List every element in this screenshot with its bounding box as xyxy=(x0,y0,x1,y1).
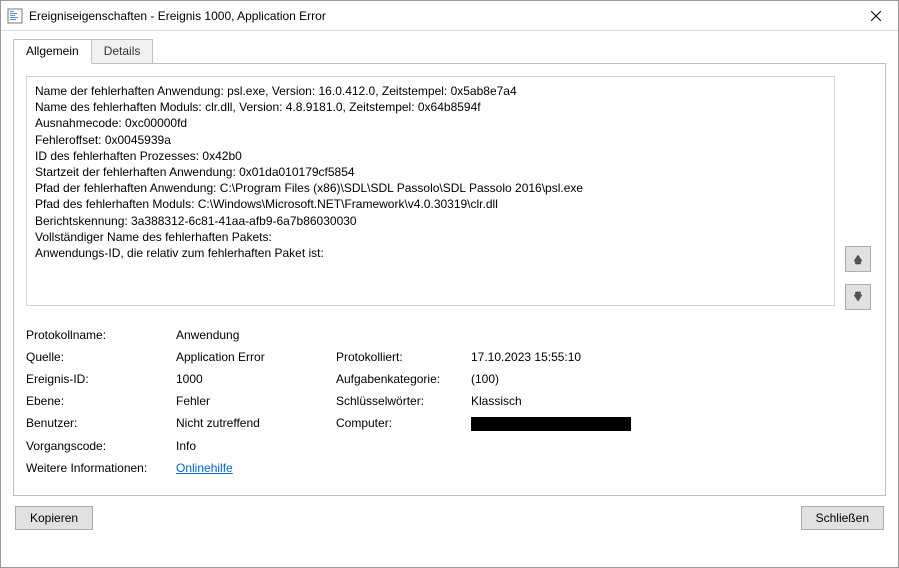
label-eventid: Ereignis-ID: xyxy=(26,372,176,386)
label-source: Quelle: xyxy=(26,350,176,364)
tab-panel-general: Name der fehlerhaften Anwendung: psl.exe… xyxy=(13,63,886,496)
value-user: Nicht zutreffend xyxy=(176,416,336,431)
label-logged: Protokolliert: xyxy=(336,350,471,364)
label-keywords: Schlüsselwörter: xyxy=(336,394,471,408)
label-user: Benutzer: xyxy=(26,416,176,431)
client-area: Allgemein Details Name der fehlerhaften … xyxy=(1,31,898,542)
app-icon xyxy=(7,8,23,24)
next-event-button[interactable] xyxy=(845,284,871,310)
value-logged: 17.10.2023 15:55:10 xyxy=(471,350,873,364)
label-taskcat: Aufgabenkategorie: xyxy=(336,372,471,386)
value-eventid: 1000 xyxy=(176,372,336,386)
tab-details[interactable]: Details xyxy=(91,39,154,63)
value-opcode: Info xyxy=(176,439,196,453)
redacted-computer-name xyxy=(471,417,631,431)
label-logname: Protokollname: xyxy=(26,328,176,342)
online-help-link[interactable]: Onlinehilfe xyxy=(176,461,233,475)
value-keywords: Klassisch xyxy=(471,394,873,408)
value-taskcat: (100) xyxy=(471,372,873,386)
value-logname: Anwendung xyxy=(176,328,239,342)
label-level: Ebene: xyxy=(26,394,176,408)
previous-event-button[interactable] xyxy=(845,246,871,272)
close-button[interactable]: Schließen xyxy=(801,506,884,530)
arrow-up-icon xyxy=(852,253,864,265)
label-computer: Computer: xyxy=(336,416,471,431)
value-computer xyxy=(471,416,873,431)
tab-general[interactable]: Allgemein xyxy=(13,39,92,64)
value-level: Fehler xyxy=(176,394,336,408)
event-description-textbox[interactable]: Name der fehlerhaften Anwendung: psl.exe… xyxy=(26,76,835,306)
tabstrip: Allgemein Details xyxy=(13,39,886,63)
label-moreinfo: Weitere Informationen: xyxy=(26,461,176,475)
arrow-down-icon xyxy=(852,291,864,303)
titlebar: Ereigniseigenschaften - Ereignis 1000, A… xyxy=(1,1,898,31)
event-fields: Protokollname: Anwendung Quelle: Applica… xyxy=(26,328,873,475)
close-window-button[interactable] xyxy=(853,1,898,31)
window-title: Ereigniseigenschaften - Ereignis 1000, A… xyxy=(29,9,853,23)
value-source: Application Error xyxy=(176,350,336,364)
close-icon xyxy=(871,11,881,21)
label-opcode: Vorgangscode: xyxy=(26,439,176,453)
copy-button[interactable]: Kopieren xyxy=(15,506,93,530)
nav-arrow-column xyxy=(845,76,873,310)
dialog-button-row: Kopieren Schließen xyxy=(13,506,886,530)
